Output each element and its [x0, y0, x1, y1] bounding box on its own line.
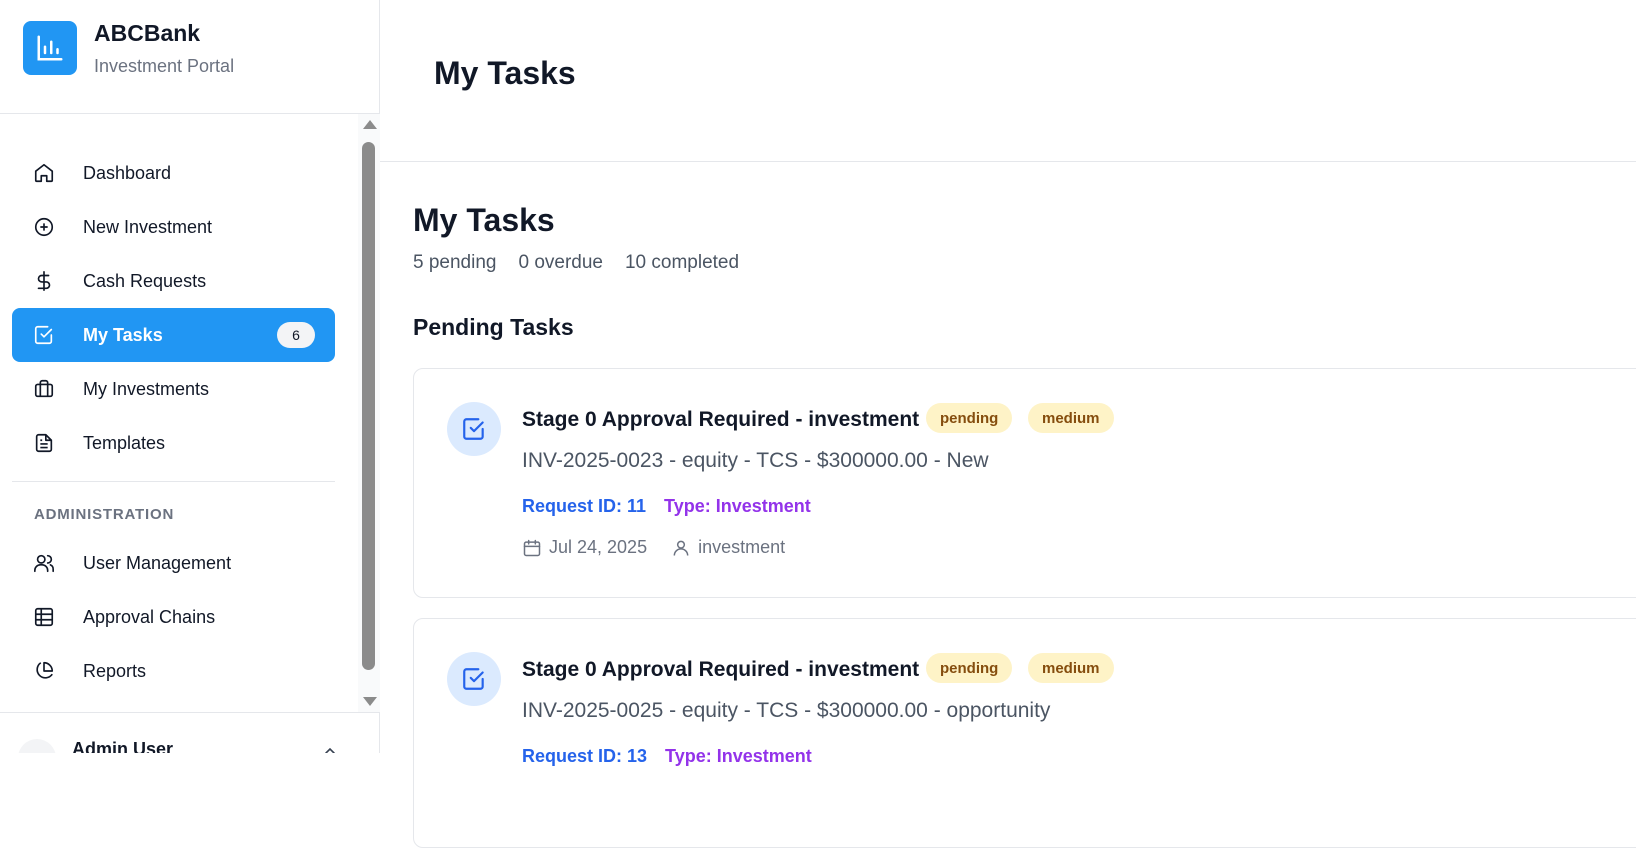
stat-pending: 5 pending [413, 252, 497, 273]
task-count-badge: 6 [277, 322, 315, 348]
pie-chart-icon [32, 659, 56, 683]
nav-label: User Management [83, 552, 232, 573]
scroll-up-arrow-icon[interactable] [363, 120, 377, 129]
status-badge: pending [926, 403, 1013, 433]
status-badge: pending [926, 653, 1013, 683]
user-name: Admin User [72, 739, 174, 753]
task-meta: Request ID: 13 Type: Investment [522, 746, 812, 767]
check-square-icon [447, 652, 501, 706]
task-footer: Jul 24, 2025 investment [522, 537, 785, 558]
main-content: My Tasks 5 pending 0 overdue 10 complete… [380, 162, 1636, 848]
task-type: Type: Investment [665, 746, 812, 766]
nav-label: Cash Requests [83, 270, 207, 291]
calendar-icon [522, 538, 542, 558]
user-icon [671, 538, 691, 558]
task-title[interactable]: Stage 0 Approval Required - investment [522, 408, 919, 432]
nav-label: Approval Chains [83, 606, 216, 627]
scrollbar-thumb[interactable] [362, 142, 375, 670]
nav-item-dashboard[interactable]: Dashboard [12, 146, 335, 200]
dollar-icon [32, 269, 56, 293]
table-icon [32, 605, 56, 629]
nav-item-user-management[interactable]: User Management [12, 536, 335, 590]
brand-header: ABCBank Investment Portal [0, 0, 380, 114]
nav-section-admin: ADMINISTRATION [34, 506, 175, 523]
brand-subtitle: Investment Portal [94, 56, 235, 76]
nav-label: Reports [83, 660, 147, 681]
nav-label: Dashboard [83, 162, 172, 183]
nav-item-my-investments[interactable]: My Investments [12, 362, 335, 416]
check-square-icon [32, 323, 56, 347]
nav-divider [12, 481, 335, 482]
nav-item-new-investment[interactable]: New Investment [12, 200, 335, 254]
plus-circle-icon [32, 215, 56, 239]
check-square-icon [447, 402, 501, 456]
nav-label: My Investments [83, 378, 210, 399]
brand-name: ABCBank [94, 20, 201, 46]
chevron-icon[interactable] [322, 743, 338, 753]
header-title: My Tasks [434, 55, 576, 91]
user-menu[interactable]: Admin User [0, 712, 380, 753]
sidebar: ABCBank Investment Portal Dashboard New … [0, 0, 380, 753]
nav-item-my-tasks[interactable]: My Tasks 6 [12, 308, 335, 362]
nav-item-approval-chains[interactable]: Approval Chains [12, 590, 335, 644]
nav-label: New Investment [83, 216, 213, 237]
nav-item-templates[interactable]: Templates [12, 416, 335, 470]
task-stats: 5 pending 0 overdue 10 completed [413, 252, 739, 274]
stat-completed: 10 completed [624, 252, 740, 273]
nav-item-cash-requests[interactable]: Cash Requests [12, 254, 335, 308]
admin-nav: User Management Approval Chains Reports [12, 536, 335, 698]
task-assignee: investment [698, 537, 786, 557]
task-meta: Request ID: 11 Type: Investment [522, 496, 811, 517]
nav-item-reports[interactable]: Reports [12, 644, 335, 698]
task-title[interactable]: Stage 0 Approval Required - investment [522, 658, 919, 682]
scroll-down-arrow-icon[interactable] [363, 697, 377, 706]
sidebar-scrollbar[interactable] [358, 114, 380, 712]
task-description: INV-2025-0025 - equity - TCS - $300000.0… [522, 699, 1051, 722]
section-title: Pending Tasks [413, 314, 574, 340]
request-id[interactable]: Request ID: 11 [522, 496, 646, 516]
page-title: My Tasks [413, 202, 555, 238]
top-header: My Tasks [380, 0, 1636, 162]
request-id[interactable]: Request ID: 13 [522, 746, 647, 766]
avatar[interactable] [18, 739, 56, 753]
main-nav: Dashboard New Investment Cash Requests M… [12, 146, 335, 470]
priority-badge: medium [1028, 653, 1114, 683]
priority-badge: medium [1028, 403, 1114, 433]
nav-label: Templates [83, 432, 166, 453]
task-card[interactable]: Stage 0 Approval Required - investment p… [413, 368, 1636, 598]
home-icon [32, 161, 56, 185]
nav-label: My Tasks [83, 324, 163, 345]
users-icon [32, 551, 56, 575]
bar-chart-icon[interactable] [23, 21, 77, 75]
task-type: Type: Investment [664, 496, 811, 516]
briefcase-icon [32, 377, 56, 401]
task-date: Jul 24, 2025 [549, 537, 648, 557]
document-icon [32, 431, 56, 455]
task-description: INV-2025-0023 - equity - TCS - $300000.0… [522, 449, 989, 472]
stat-overdue: 0 overdue [518, 252, 603, 273]
task-card[interactable]: Stage 0 Approval Required - investment p… [413, 618, 1636, 848]
